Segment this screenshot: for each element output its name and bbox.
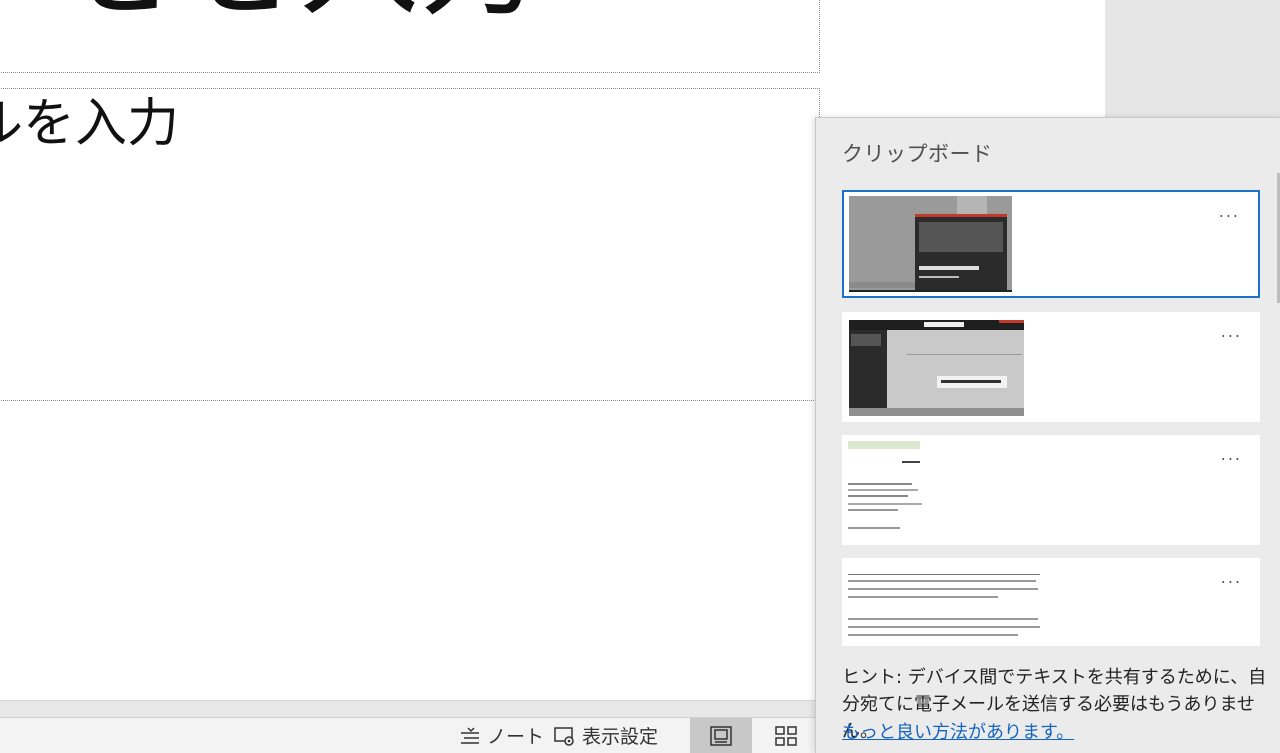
normal-view-button[interactable] (690, 718, 752, 753)
clipboard-thumbnail (849, 320, 1024, 416)
view-settings-label: 表示設定 (582, 726, 659, 748)
title-placeholder[interactable]: をを入力 (0, 0, 820, 73)
subtitle-text: ルを入力 (0, 94, 180, 154)
more-options-button[interactable]: ... (1221, 445, 1242, 464)
view-settings-button[interactable]: 表示設定 (553, 718, 658, 753)
clipboard-item[interactable]: ... (842, 435, 1260, 545)
notes-icon (458, 725, 482, 747)
title-text: をを入力 (59, 0, 539, 24)
clipboard-item[interactable]: ... (842, 190, 1260, 298)
display-settings-icon (553, 725, 577, 747)
subtitle-placeholder[interactable]: ルを入力 (0, 88, 820, 401)
grid-icon (774, 725, 798, 747)
clipboard-pane: クリップボード ... ... ... ... ヒント: デバイス間でテキストを… (815, 117, 1280, 753)
more-options-button[interactable]: ... (1219, 202, 1240, 221)
notes-button[interactable]: ノート (458, 718, 544, 753)
more-options-button[interactable]: ... (1221, 568, 1242, 587)
clipboard-thumbnail (848, 441, 924, 535)
hint-link[interactable]: もっと良い方法があります。 (842, 718, 1074, 744)
clipboard-thumbnail (848, 574, 1044, 646)
clipboard-item[interactable]: ... (842, 558, 1260, 646)
clipboard-item[interactable]: ... (842, 312, 1260, 422)
notes-label: ノート (487, 726, 545, 748)
normal-view-icon (709, 725, 733, 747)
slide-sorter-button[interactable] (766, 718, 806, 753)
clipboard-thumbnail (849, 196, 1012, 292)
clipboard-title: クリップボード (842, 142, 993, 166)
more-options-button[interactable]: ... (1221, 322, 1242, 341)
